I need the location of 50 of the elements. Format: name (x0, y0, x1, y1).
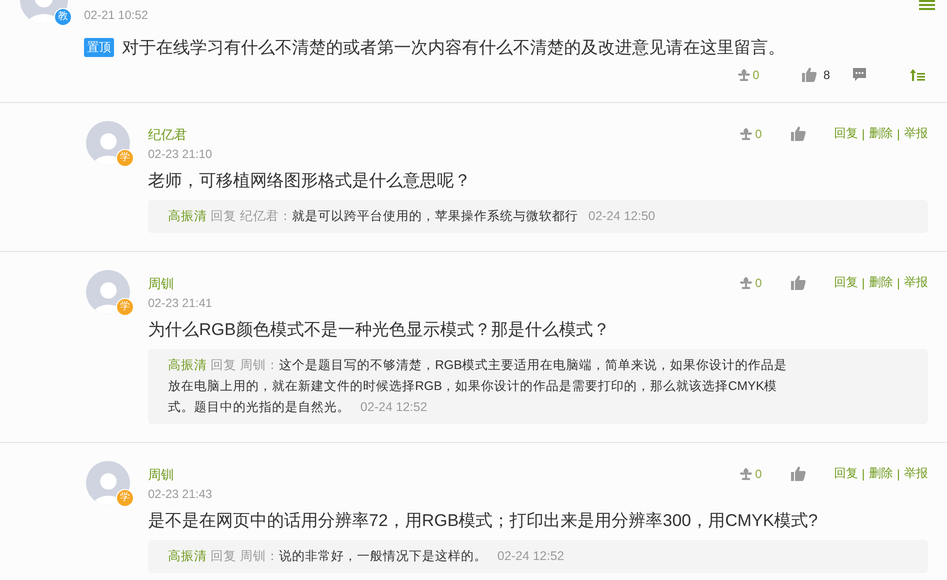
scroll-top-icon[interactable] (909, 68, 925, 82)
flower-icon[interactable] (739, 466, 754, 480)
flower-count: 0 (755, 466, 762, 480)
action-link[interactable]: 举报 (904, 125, 928, 142)
menu-icon[interactable] (919, 0, 935, 10)
thumbs-up-icon[interactable] (801, 67, 818, 82)
user-name: 周钏 (148, 275, 175, 293)
action-link[interactable]: 回复 (834, 465, 858, 482)
student-badge: 学 (116, 149, 134, 167)
separator: | (896, 276, 900, 290)
action-link[interactable]: 删除 (868, 125, 893, 142)
like-count: 8 (823, 68, 830, 82)
reply-text: 是不是在网页中的话用分辨率72，用RGB模式；打印出来是用分辨率300，用CMYK模式? (148, 510, 819, 532)
pinned-tag: 置顶 (84, 38, 114, 57)
action-link[interactable]: 举报 (904, 274, 928, 291)
separator: | (862, 466, 865, 480)
comment-icon[interactable] (852, 67, 867, 82)
separator: | (896, 466, 900, 480)
flower-count: 0 (755, 276, 762, 290)
reply-text: 为什么RGB颜色模式不是一种光色显示模式？那是什么模式？ (148, 319, 611, 341)
action-link[interactable]: 删除 (868, 274, 893, 291)
flower-count: 0 (752, 68, 760, 82)
flower-icon[interactable] (739, 276, 754, 290)
user-name: 周钏 (148, 466, 175, 484)
flower-icon[interactable] (739, 126, 754, 140)
teacher-badge: 教 (54, 8, 72, 26)
reply-date: 02-23 21:10 (148, 147, 212, 161)
action-link[interactable]: 回复 (834, 274, 858, 291)
action-link[interactable]: 回复 (834, 125, 858, 142)
reply-text: 老师，可移植网络图形格式是什么意思呢？ (148, 170, 472, 192)
post-date: 02-21 10:52 (84, 8, 150, 22)
action-link[interactable]: 删除 (868, 465, 893, 482)
reply-date: 02-23 21:43 (148, 487, 212, 501)
separator: | (862, 276, 865, 290)
sub-reply-text: 高振清 回复 纪亿君：就是可以跨平台使用的，苹果操作系统与微软都行 02-24 12:50 (168, 209, 656, 223)
post-text: 对于在线学习有什么不清楚的或者第一次内容有什么不清楚的及改进意见请在这里留言。 (122, 37, 785, 59)
sub-reply-text: 高振清 回复 周钏：这个是题目写的不够清楚，RGB模式主要适用在电脑端，简单来说，如果你设计的作品是放在电脑上用的，就在新建文件的时候选择RGB，如果你设计的作品是需要打印的，那么就该选择CMYK模式。题目中的光指的是自然光。 02-24 12:52 (168, 358, 788, 414)
user-name: 纪亿君 (148, 126, 188, 144)
flower-count: 0 (755, 126, 762, 140)
thumbs-up-icon[interactable] (790, 126, 806, 141)
thumbs-up-icon[interactable] (790, 275, 806, 290)
student-badge: 学 (116, 298, 134, 316)
student-badge: 学 (116, 489, 134, 507)
thumbs-up-icon[interactable] (790, 466, 806, 481)
flower-icon[interactable] (736, 68, 751, 82)
action-link[interactable]: 举报 (904, 465, 928, 482)
reply-date: 02-23 21:41 (148, 296, 212, 310)
sub-reply-text: 高振清 回复 周钏：说的非常好，一般情况下是这样的。 02-24 12:52 (168, 549, 564, 563)
separator: | (862, 126, 865, 140)
separator: | (896, 126, 900, 140)
